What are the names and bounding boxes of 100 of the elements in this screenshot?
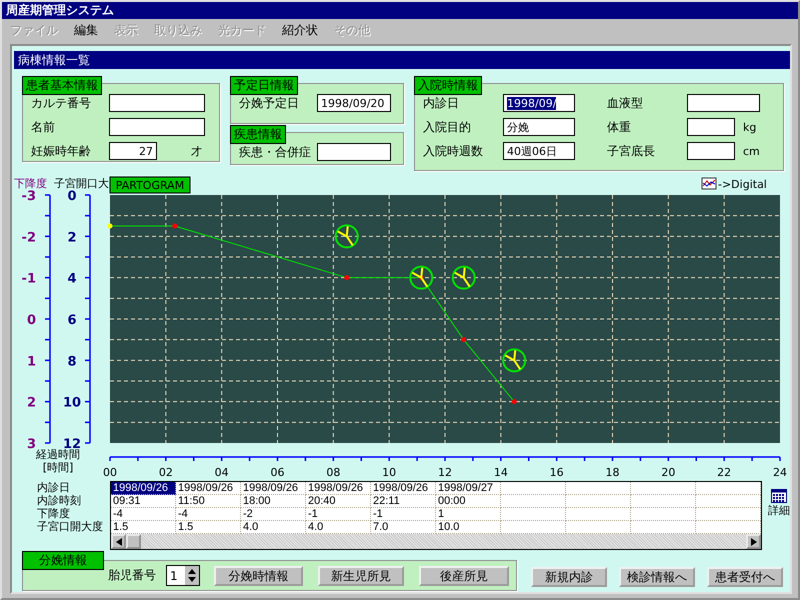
action-button[interactable]: 分娩時情報 xyxy=(214,566,303,586)
table-cell[interactable]: 1998/09/26 xyxy=(306,482,371,495)
tick-label: 3 xyxy=(26,437,36,452)
tick-label: 2 xyxy=(26,396,36,411)
input-field[interactable]: 27 xyxy=(109,142,157,160)
input-field[interactable] xyxy=(687,118,735,136)
data-point xyxy=(461,337,466,342)
tick-label: 6 xyxy=(67,313,77,328)
input-field[interactable] xyxy=(687,142,735,160)
table-cell[interactable]: 10.0 xyxy=(436,521,501,534)
table-cell[interactable]: 22:11 xyxy=(371,495,436,508)
table-cell[interactable]: 00:00 xyxy=(436,495,501,508)
group-title: 入院時情報 xyxy=(414,76,482,95)
table-cell xyxy=(566,508,631,521)
field-label: 内診日 xyxy=(423,94,460,112)
table-icon xyxy=(771,489,787,503)
table-cell[interactable]: 4.0 xyxy=(306,521,371,534)
detail-button[interactable]: 詳細 xyxy=(768,489,790,518)
number-spinner[interactable]: 1 xyxy=(166,565,200,586)
action-button[interactable]: 患者受付へ xyxy=(707,567,783,587)
table-cell xyxy=(566,495,631,508)
action-button[interactable]: 新生児所見 xyxy=(318,566,404,586)
table-cell[interactable]: -4 xyxy=(111,508,176,521)
input-field[interactable]: 1998/09/ xyxy=(503,94,575,112)
menu-item[interactable]: 紹介状 xyxy=(282,22,318,38)
table-cell[interactable]: 1 xyxy=(436,508,501,521)
axis-title: 子宮開口大 xyxy=(54,177,109,190)
table-cell[interactable]: 1998/09/27 xyxy=(436,482,501,495)
tick-label: -2 xyxy=(22,230,36,246)
row-label: 内診日 xyxy=(37,481,71,494)
table-cell[interactable]: 7.0 xyxy=(371,521,436,534)
tick-label: 08 xyxy=(326,466,340,479)
tick-label: 04 xyxy=(214,466,229,479)
action-button[interactable]: 新規内診 xyxy=(531,567,607,587)
table-cell[interactable]: 1998/09/26 xyxy=(371,482,436,495)
table-cell[interactable]: 1.5 xyxy=(176,521,241,534)
input-field[interactable] xyxy=(317,143,391,161)
table-cell[interactable]: -2 xyxy=(241,508,306,521)
table-cell[interactable]: -1 xyxy=(371,508,436,521)
field-label: 妊娠時年齢 xyxy=(31,142,92,160)
field-label: 名前 xyxy=(31,118,56,136)
data-point xyxy=(418,275,424,280)
digital-link[interactable]: ->Digital xyxy=(702,178,767,191)
group-title: 疾患情報 xyxy=(230,125,286,144)
tick-label: 06 xyxy=(270,466,284,479)
action-button[interactable]: 後産所見 xyxy=(419,566,509,586)
field-label: カルテ番号 xyxy=(31,94,92,112)
group-title: 患者基本情報 xyxy=(22,76,102,95)
spinner-arrows-icon xyxy=(185,566,199,585)
input-field[interactable]: 分娩 xyxy=(503,118,575,136)
tick-label: 10 xyxy=(382,466,396,479)
tick-label: 20 xyxy=(661,466,676,479)
input-field[interactable] xyxy=(109,94,205,112)
axis-unit: [時間] xyxy=(42,461,74,474)
table-cell[interactable]: -4 xyxy=(176,508,241,521)
row-label: 内診時刻 xyxy=(37,494,82,507)
unit-label: 才 xyxy=(190,144,202,158)
panel-title: 病棟情報一覧 xyxy=(14,51,790,69)
partogram-badge: PARTOGRAM xyxy=(110,176,190,194)
field-label: 子宮底長 xyxy=(607,142,656,160)
tick-label: 24 xyxy=(773,466,787,479)
scroll-left-button[interactable] xyxy=(111,534,126,549)
table-cell[interactable]: 1998/09/26 xyxy=(241,482,306,495)
data-point xyxy=(172,224,178,228)
row-label: 下降度 xyxy=(37,507,71,520)
input-field[interactable]: 1998/09/20 xyxy=(317,94,391,112)
tick-label: 8 xyxy=(67,354,77,370)
tick-label: 2 xyxy=(67,230,77,246)
table-cell xyxy=(631,495,696,508)
input-field[interactable]: 40週06日 xyxy=(503,142,575,160)
tick-label: 1 xyxy=(26,354,36,370)
tick-label: 22 xyxy=(717,466,732,479)
table-cell[interactable]: 18:00 xyxy=(241,495,306,508)
table-cell[interactable]: 09:31 xyxy=(111,495,176,508)
menu-item[interactable]: 編集 xyxy=(74,22,98,38)
tick-label: -3 xyxy=(22,189,36,204)
table-cell[interactable]: -1 xyxy=(306,508,371,521)
fetal-head-marker xyxy=(452,266,476,290)
input-field[interactable] xyxy=(109,118,205,136)
table-cell[interactable]: 4.0 xyxy=(241,521,306,534)
table-cell[interactable]: 1998/09/26 xyxy=(111,482,176,495)
table-cell xyxy=(566,521,631,534)
field-label: 疾患・合併症 xyxy=(239,144,312,160)
unit-label: cm xyxy=(742,144,760,158)
tick-label: 00 xyxy=(103,466,117,479)
input-field[interactable] xyxy=(687,94,760,112)
scroll-right-button[interactable] xyxy=(746,534,761,549)
table-cell[interactable]: 11:50 xyxy=(176,495,241,508)
table-cell[interactable]: 1998/09/26 xyxy=(176,482,241,495)
table-cell xyxy=(501,495,566,508)
field-label: 入院目的 xyxy=(423,118,472,136)
table-cell[interactable]: 20:40 xyxy=(306,495,371,508)
row-label: 子宮口開大度 xyxy=(37,520,104,533)
field-label: 体重 xyxy=(607,118,632,136)
tick-label: 0 xyxy=(26,313,36,328)
table-cell[interactable]: 1.5 xyxy=(111,521,176,534)
right-arrow-icon xyxy=(750,538,756,546)
action-button[interactable]: 検診情報へ xyxy=(619,567,695,587)
tick-label: 4 xyxy=(67,272,77,287)
scroll-thumb[interactable] xyxy=(126,534,141,549)
